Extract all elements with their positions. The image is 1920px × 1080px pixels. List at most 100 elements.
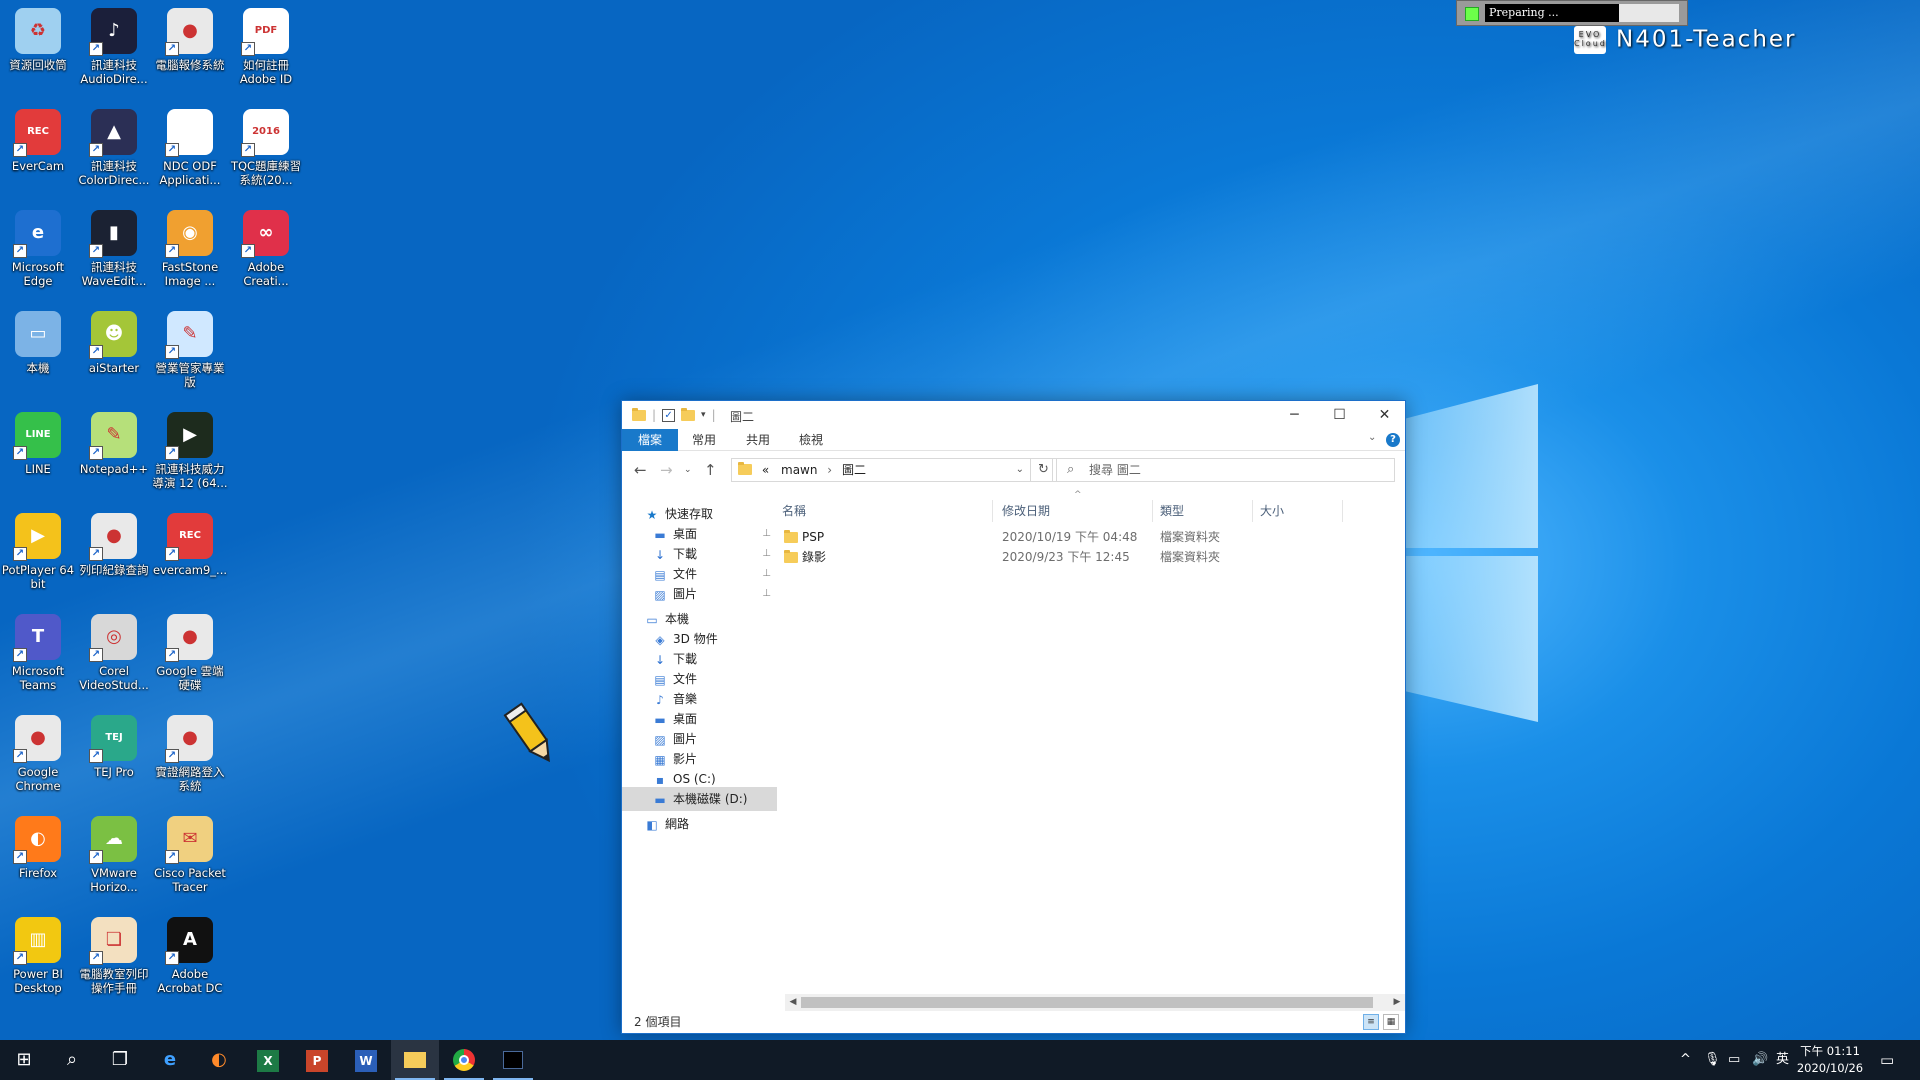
desktop-icon[interactable]: ▥ ↗ Power BI Desktop (0, 913, 76, 1011)
volume-icon[interactable]: 🔊 (1752, 1040, 1768, 1080)
tab-share[interactable]: 共用 (732, 429, 784, 451)
breadcrumb-mawn[interactable]: mawn (781, 463, 817, 477)
edge-icon[interactable]: e (146, 1040, 194, 1080)
new-folder-icon[interactable] (681, 407, 696, 421)
desktop-icon[interactable]: ▶ ↗ 訊連科技威力導演 12 (64... (152, 408, 228, 506)
desktop-icon[interactable]: ▲ ↗ 訊連科技 ColorDirec... (76, 105, 152, 203)
desktop-icon[interactable]: ● ↗ 列印紀錄查詢 (76, 509, 152, 607)
title-bar[interactable]: | ✓ ▾ | 圖二 ─ ☐ ✕ (622, 401, 1405, 429)
input-language[interactable]: 英 (1776, 1040, 1789, 1080)
tab-view[interactable]: 檢視 (785, 429, 837, 451)
column-separator[interactable] (1152, 500, 1153, 522)
expand-ribbon-icon[interactable]: ⌄ (1368, 432, 1376, 443)
address-bar[interactable]: « mawn › 圖二 ⌄ (731, 458, 1031, 482)
shortcut-arrow-icon: ↗ (89, 345, 103, 359)
forward-arrow-icon[interactable]: → (660, 461, 673, 479)
scrollbar-thumb[interactable] (801, 997, 1373, 1008)
chrome-icon[interactable] (440, 1040, 488, 1080)
column-name[interactable]: 名稱 (782, 500, 806, 522)
nav-item[interactable]: ▬ 本機磁碟 (D:) (622, 787, 777, 811)
column-separator[interactable] (992, 500, 993, 522)
desktop-icon[interactable]: ◐ ↗ Firefox (0, 812, 76, 910)
app-glyph: ◎ (106, 626, 122, 647)
shortcut-arrow-icon: ↗ (89, 547, 103, 561)
nav-item[interactable]: ◧ 網路 (622, 812, 777, 836)
desktop-icon[interactable]: ✉ ↗ Cisco Packet Tracer (152, 812, 228, 910)
desktop-icon[interactable]: ✎ ↗ 營業管家專業版 (152, 307, 228, 405)
help-icon[interactable]: ? (1386, 433, 1400, 447)
desktop-icon[interactable]: T ↗ Microsoft Teams (0, 610, 76, 708)
maximize-button[interactable]: ☐ (1317, 401, 1362, 429)
task-view-icon[interactable]: ❐ (96, 1040, 144, 1080)
scroll-left-icon[interactable]: ◀ (785, 994, 801, 1011)
desktop-icon[interactable]: REC ↗ evercam9_... (152, 509, 228, 607)
desktop-icon[interactable]: REC ↗ EverCam (0, 105, 76, 203)
desktop-icon[interactable]: ◎ ↗ Corel VideoStud... (76, 610, 152, 708)
desktop-icon[interactable]: LINE ↗ LINE (0, 408, 76, 506)
column-separator[interactable] (1252, 500, 1253, 522)
network-icon[interactable]: ▭ (1728, 1040, 1740, 1080)
file-explorer-icon[interactable] (391, 1040, 439, 1080)
desktop-icon[interactable]: e ↗ Microsoft Edge (0, 206, 76, 304)
desktop-icon[interactable]: ● ↗ Google Chrome (0, 711, 76, 809)
column-type[interactable]: 類型 (1160, 500, 1184, 522)
back-arrow-icon[interactable]: ← (634, 461, 647, 479)
desktop-icon[interactable]: ↗ NDC ODF Applicati... (152, 105, 228, 203)
nav-item-label: 文件 (673, 567, 698, 581)
desktop-icon[interactable]: 2016 ↗ TQC題庫練習系統(20... (228, 105, 304, 203)
excel-icon[interactable]: X (244, 1040, 292, 1080)
search-input[interactable]: ⌕ 搜尋 圖二 (1052, 458, 1395, 482)
column-size[interactable]: 大小 (1260, 500, 1284, 522)
desktop-icon[interactable]: ☁ ↗ VMware Horizo... (76, 812, 152, 910)
desktop-icon[interactable]: ● ↗ 電腦報修系統 (152, 4, 228, 102)
column-separator[interactable] (1342, 500, 1343, 522)
pin-icon[interactable]: ⊥ (762, 582, 771, 606)
desktop-icon[interactable]: ▭ 本機 (0, 307, 76, 405)
microphone-icon[interactable]: 🎙 (1704, 1040, 1721, 1080)
desktop-icon[interactable]: ✎ ↗ Notepad++ (76, 408, 152, 506)
desktop-icon[interactable]: ● ↗ 實證網路登入系統 (152, 711, 228, 809)
properties-icon[interactable]: ✓ (662, 408, 676, 422)
taskbar-clock[interactable]: 下午 01:11 2020/10/26 (1790, 1043, 1870, 1077)
search-icon[interactable]: ⌕ (48, 1040, 96, 1080)
desktop-icon[interactable]: TEJ ↗ TEJ Pro (76, 711, 152, 809)
desktop-icon[interactable]: ♪ ↗ 訊連科技 AudioDire... (76, 4, 152, 102)
word-icon[interactable]: W (342, 1040, 390, 1080)
customize-toolbar-icon[interactable]: ▾ (701, 410, 706, 420)
desktop-icon[interactable]: ∞ ↗ Adobe Creati... (228, 206, 304, 304)
desktop-icon[interactable]: ◉ ↗ FastStone Image ... (152, 206, 228, 304)
desktop-icon[interactable]: ♻ 資源回收筒 (0, 4, 76, 102)
tab-home[interactable]: 常用 (678, 429, 730, 451)
large-icons-view-icon[interactable]: ▦ (1383, 1014, 1399, 1030)
tab-file[interactable]: 檔案 (622, 429, 678, 451)
table-row[interactable]: PSP 2020/10/19 下午 04:48 檔案資料夾 (782, 527, 1382, 547)
nav-item[interactable]: ▨ 圖片 ⊥ (622, 582, 777, 606)
start-windows-icon[interactable]: ⊞ (0, 1040, 48, 1080)
notifications-icon[interactable]: ▭ (1880, 1040, 1894, 1080)
show-hidden-icons-icon[interactable]: ^ (1680, 1040, 1691, 1080)
file-explorer-window[interactable]: | ✓ ▾ | 圖二 ─ ☐ ✕ 檔案 常用 共用 檢視 ⌄ ? ← → ⌄ ↑… (621, 400, 1406, 1034)
column-modified[interactable]: 修改日期 (1002, 500, 1050, 522)
desktop-icon[interactable]: ❏ ↗ 電腦教室列印操作手冊 (76, 913, 152, 1011)
address-dropdown-icon[interactable]: ⌄ (1016, 459, 1024, 481)
desktop-icon[interactable]: A ↗ Adobe Acrobat DC (152, 913, 228, 1011)
terminal-icon[interactable] (489, 1040, 537, 1080)
recent-locations-icon[interactable]: ⌄ (684, 465, 692, 475)
powerpoint-icon[interactable]: P (293, 1040, 341, 1080)
firefox-icon[interactable]: ◐ (195, 1040, 243, 1080)
minimize-button[interactable]: ─ (1272, 401, 1317, 429)
desktop-icon[interactable]: ☻ ↗ aiStarter (76, 307, 152, 405)
desktop-icon[interactable]: ▮ ↗ 訊連科技 WaveEdit... (76, 206, 152, 304)
scroll-right-icon[interactable]: ▶ (1389, 994, 1405, 1011)
desktop-icon[interactable]: PDF ↗ 如何註冊 Adobe ID (228, 4, 304, 102)
close-button[interactable]: ✕ (1362, 401, 1407, 429)
breadcrumb-current[interactable]: 圖二 (842, 463, 866, 477)
nav-item-label: 桌面 (673, 712, 698, 726)
details-view-icon[interactable]: ≡ (1363, 1014, 1379, 1030)
table-row[interactable]: 錄影 2020/9/23 下午 12:45 檔案資料夾 (782, 547, 1382, 567)
desktop-icon[interactable]: ▶ ↗ PotPlayer 64 bit (0, 509, 76, 607)
desktop-icon[interactable]: ● ↗ Google 雲端硬碟 (152, 610, 228, 708)
horizontal-scrollbar[interactable]: ◀ ▶ (785, 994, 1405, 1011)
up-arrow-icon[interactable]: ↑ (704, 461, 717, 479)
shortcut-arrow-icon: ↗ (165, 244, 179, 258)
